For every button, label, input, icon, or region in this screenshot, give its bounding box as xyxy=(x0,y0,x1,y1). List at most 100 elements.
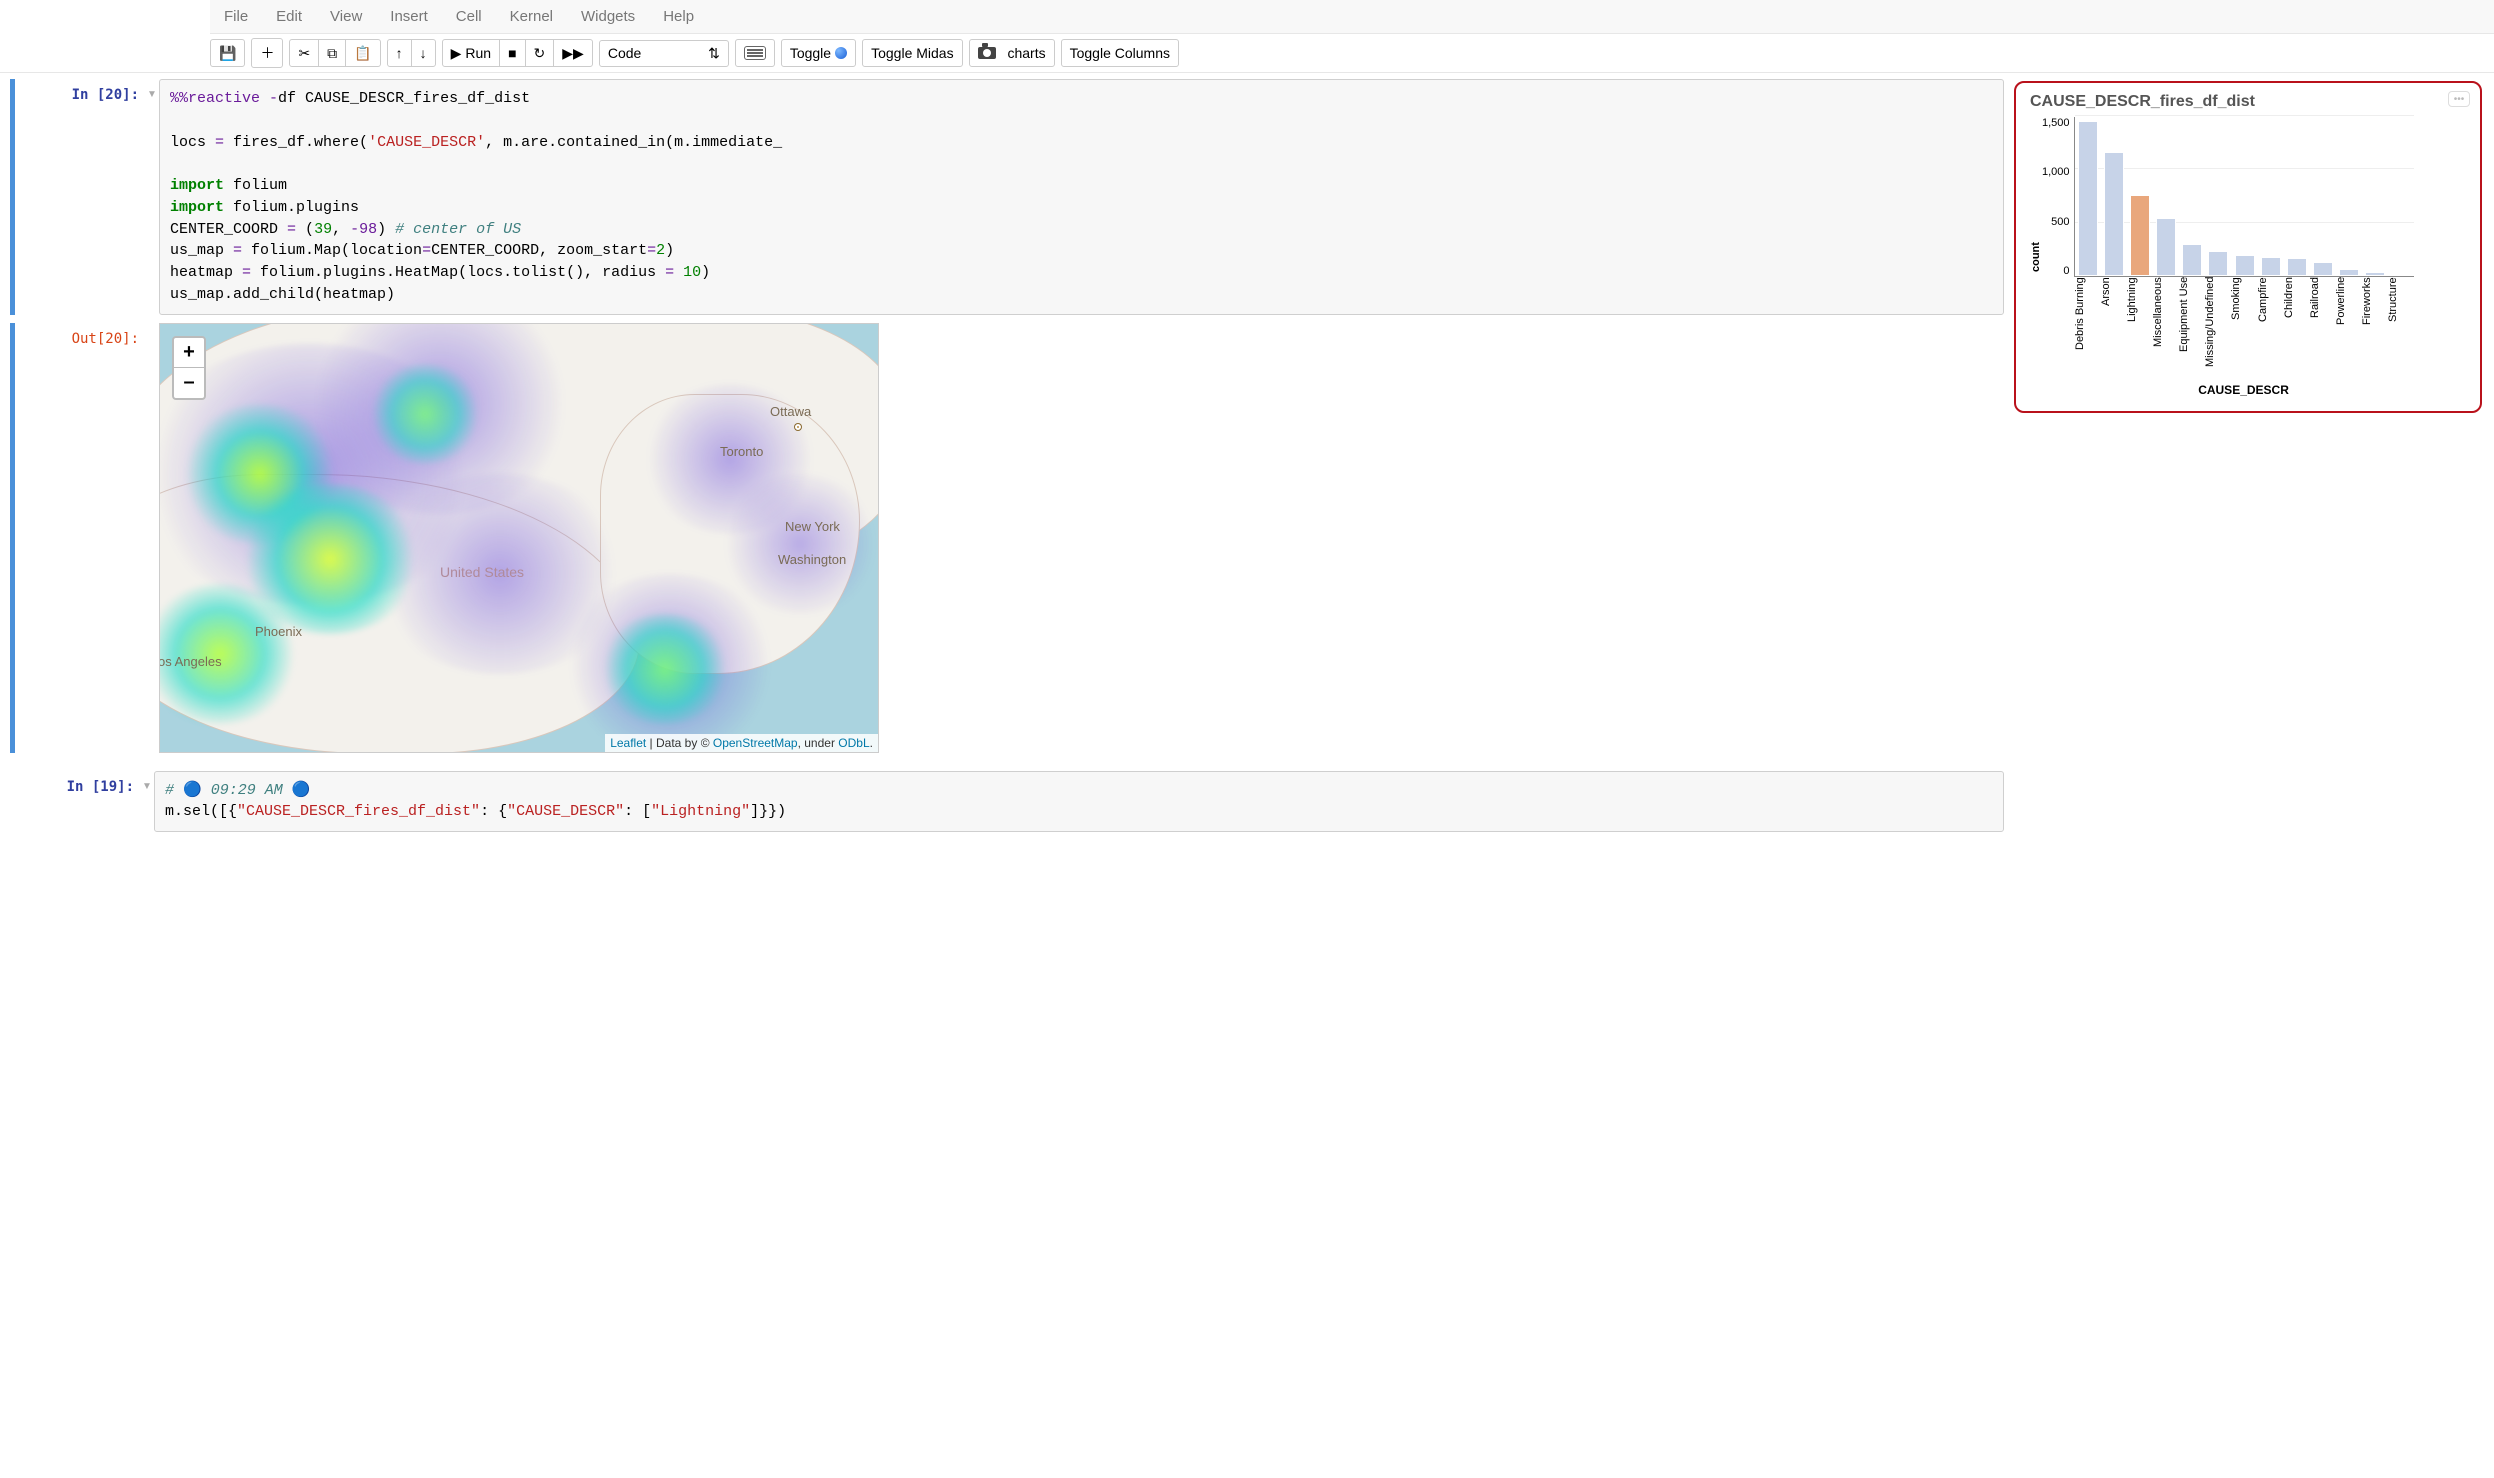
panel-title: CAUSE_DESCR_fires_df_dist xyxy=(2030,93,2466,111)
bar-chart[interactable]: count 1,5001,0005000 Debris BurningArson… xyxy=(2030,117,2466,397)
add-cell-button[interactable]: ＋ xyxy=(251,38,283,68)
panel-menu-button[interactable]: ••• xyxy=(2448,91,2470,107)
camera-icon xyxy=(978,47,996,59)
move-down-button[interactable]: ↓ xyxy=(411,39,436,67)
move-up-button[interactable]: ↑ xyxy=(387,39,412,67)
x-tick: Powerline xyxy=(2335,277,2361,387)
run-button[interactable]: ▶ Run xyxy=(442,39,500,67)
y-tick: 0 xyxy=(2042,265,2070,277)
odbl-link[interactable]: ODbL xyxy=(838,736,869,750)
menu-bar: File Edit View Insert Cell Kernel Widget… xyxy=(210,0,2494,34)
chart-bar[interactable] xyxy=(2287,258,2307,276)
dots-icon: ••• xyxy=(2454,94,2465,105)
menu-widgets[interactable]: Widgets xyxy=(567,2,649,31)
copy-icon: ⧉ xyxy=(327,45,337,62)
menu-edit[interactable]: Edit xyxy=(262,2,316,31)
chart-bar[interactable] xyxy=(2182,244,2202,276)
zoom-out-button[interactable]: – xyxy=(174,368,204,398)
output-prompt: Out[20]: xyxy=(72,331,139,347)
run-group: ▶ Run ■ ↻ ▶▶ xyxy=(442,39,593,67)
chart-bar[interactable] xyxy=(2235,255,2255,276)
fast-forward-icon: ▶▶ xyxy=(562,45,584,62)
move-group: ↑ ↓ xyxy=(387,39,436,67)
menu-file[interactable]: File xyxy=(210,2,262,31)
leaflet-link[interactable]: Leaflet xyxy=(610,736,646,750)
y-tick: 1,000 xyxy=(2042,166,2070,178)
x-tick: Smoking xyxy=(2230,277,2256,387)
save-icon: 💾 xyxy=(219,45,236,62)
scissors-icon: ✂ xyxy=(298,45,310,62)
save-button[interactable]: 💾 xyxy=(210,39,245,67)
toggle-midas-button[interactable]: Toggle Midas xyxy=(862,39,963,67)
zoom-in-button[interactable]: + xyxy=(174,338,204,368)
select-arrows-icon: ⇅ xyxy=(708,45,720,62)
arrow-down-icon: ↓ xyxy=(420,45,427,61)
notebook: In [20]: ▼ %%reactive -df CAUSE_DESCR_fi… xyxy=(0,73,2014,850)
menu-cell[interactable]: Cell xyxy=(442,2,496,31)
restart-button[interactable]: ↻ xyxy=(525,39,555,67)
x-tick: Debris Burning xyxy=(2074,277,2100,387)
run-icon: ▶ xyxy=(451,45,462,62)
collapse-toggle-output[interactable] xyxy=(145,323,159,753)
collapse-toggle[interactable]: ▼ xyxy=(140,771,154,833)
y-tick: 500 xyxy=(2042,216,2070,228)
charts-label: charts xyxy=(1007,45,1045,61)
toggle-columns-button[interactable]: Toggle Columns xyxy=(1061,39,1179,67)
copy-button[interactable]: ⧉ xyxy=(318,39,346,67)
restart-icon: ↻ xyxy=(534,45,546,62)
chart-bar[interactable] xyxy=(2391,274,2411,276)
cell-19-input-row: In [19]: ▼ # 🔵 09:29 AM 🔵 m.sel([{"CAUSE… xyxy=(10,771,2004,833)
plus-icon: ＋ xyxy=(260,43,274,63)
x-tick: Structure xyxy=(2387,277,2413,387)
toggle-label: Toggle xyxy=(790,45,831,61)
paste-button[interactable]: 📋 xyxy=(345,39,380,67)
cut-button[interactable]: ✂ xyxy=(289,39,319,67)
code-cell-19[interactable]: # 🔵 09:29 AM 🔵 m.sel([{"CAUSE_DESCR_fire… xyxy=(154,771,2004,833)
x-tick: Fireworks xyxy=(2361,277,2387,387)
cell-20-input-row: In [20]: ▼ %%reactive -df CAUSE_DESCR_fi… xyxy=(10,79,2004,315)
code-cell-20[interactable]: %%reactive -df CAUSE_DESCR_fires_df_dist… xyxy=(159,79,2004,315)
menu-view[interactable]: View xyxy=(316,2,376,31)
chart-bar[interactable] xyxy=(2339,269,2359,276)
restart-run-all-button[interactable]: ▶▶ xyxy=(553,39,593,67)
chart-bar[interactable] xyxy=(2313,262,2333,276)
charts-button[interactable]: charts xyxy=(969,39,1055,67)
x-tick: Miscellaneous xyxy=(2152,277,2178,387)
chart-bar[interactable] xyxy=(2156,218,2176,276)
chart-bar[interactable] xyxy=(2130,195,2150,276)
x-tick: Missing/Undefined xyxy=(2204,277,2230,387)
input-prompt: In [20]: xyxy=(72,87,139,103)
dot-icon xyxy=(835,47,847,59)
map-attribution: Leaflet | Data by © OpenStreetMap, under… xyxy=(605,734,878,752)
y-ticks: 1,500 1,000 500 0 xyxy=(2042,117,2074,277)
chart-bar[interactable] xyxy=(2078,121,2098,276)
x-tick: Equipment Use xyxy=(2178,277,2204,387)
stop-button[interactable]: ■ xyxy=(499,39,525,67)
toolbar: 💾 ＋ ✂ ⧉ 📋 ↑ ↓ ▶ Run ■ ↻ ▶▶ Code ⇅ Toggle… xyxy=(0,34,2494,73)
cell-type-value: Code xyxy=(608,45,641,61)
input-prompt: In [19]: xyxy=(67,779,134,795)
folium-map[interactable]: United States Ottawa Toronto New York Wa… xyxy=(159,323,879,753)
toggle-button[interactable]: Toggle xyxy=(781,39,856,67)
chart-bar[interactable] xyxy=(2365,272,2385,276)
menu-kernel[interactable]: Kernel xyxy=(496,2,567,31)
chart-bar[interactable] xyxy=(2104,152,2124,276)
x-tick: Arson xyxy=(2100,277,2126,387)
menu-help[interactable]: Help xyxy=(649,2,708,31)
x-tick: Campfire xyxy=(2257,277,2283,387)
command-palette-button[interactable] xyxy=(735,39,775,67)
keyboard-icon xyxy=(744,46,766,60)
cell-type-select[interactable]: Code ⇅ xyxy=(599,40,729,67)
y-tick: 1,500 xyxy=(2042,117,2070,129)
chart-bar[interactable] xyxy=(2261,257,2281,276)
stop-icon: ■ xyxy=(508,45,516,61)
collapse-toggle[interactable]: ▼ xyxy=(145,79,159,315)
x-tick: Lightning xyxy=(2126,277,2152,387)
zoom-control: + – xyxy=(172,336,206,400)
chart-bar[interactable] xyxy=(2208,251,2228,276)
menu-insert[interactable]: Insert xyxy=(376,2,442,31)
osm-link[interactable]: OpenStreetMap xyxy=(713,736,798,750)
midas-panel: ••• CAUSE_DESCR_fires_df_dist count 1,50… xyxy=(2014,81,2482,413)
x-ticks: Debris BurningArsonLightningMiscellaneou… xyxy=(2074,277,2414,387)
cell-20-output-row: Out[20]: xyxy=(10,323,2004,753)
